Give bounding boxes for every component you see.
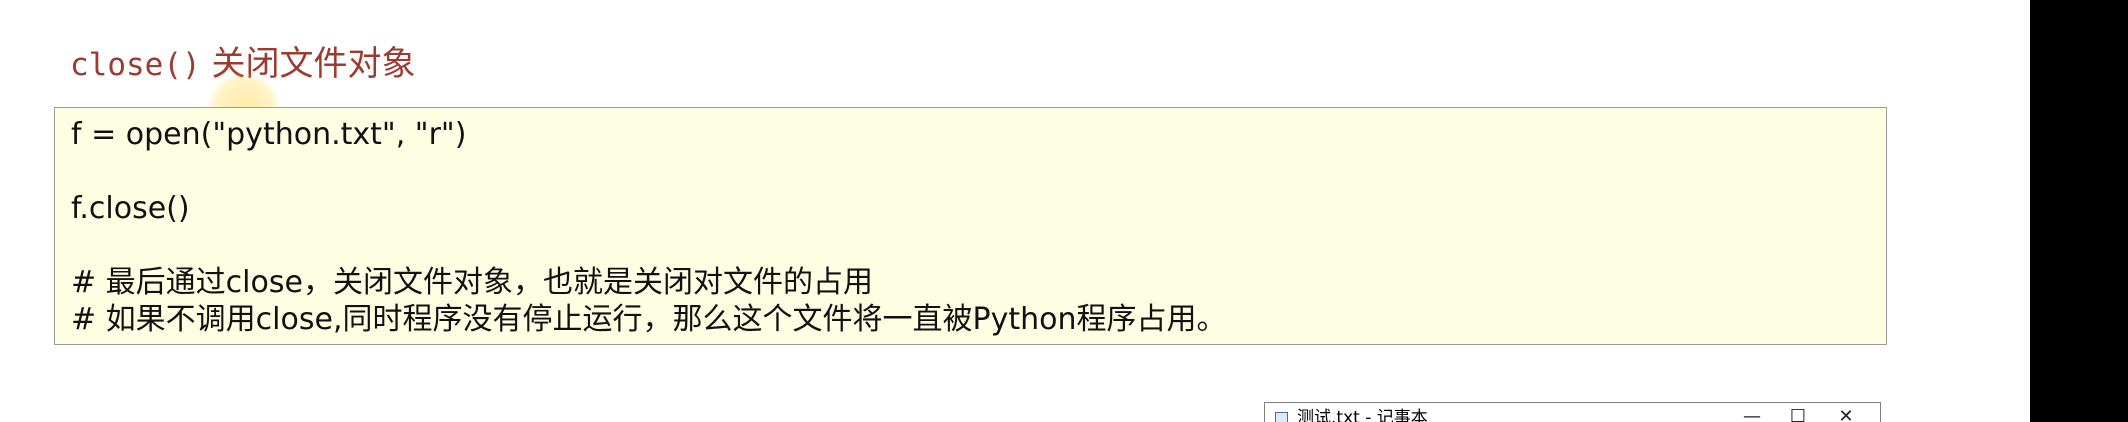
code-line: # 最后通过close，关闭文件对象，也就是关闭对文件的占用 <box>71 265 873 300</box>
notepad-window-title: 测试.txt - 记事本 <box>1297 408 1428 422</box>
maximize-button[interactable]: ☐ <box>1775 403 1821 422</box>
code-block: f = open("python.txt", "r") f.close() # … <box>54 107 1887 345</box>
document-page: close() 关闭文件对象 f = open("python.txt", "r… <box>0 0 2030 422</box>
code-line: f = open("python.txt", "r") <box>71 117 467 152</box>
notepad-icon <box>1275 412 1288 422</box>
minimize-button[interactable]: — <box>1729 403 1775 422</box>
notepad-window[interactable]: 测试.txt - 记事本 — ☐ ✕ <box>1264 402 1881 422</box>
heading-function-name: close() <box>70 47 201 83</box>
code-line: f.close() <box>71 191 190 226</box>
screen-edge-black-bar <box>2030 0 2128 422</box>
heading-description: 关闭文件对象 <box>211 44 416 84</box>
section-heading: close() 关闭文件对象 <box>70 38 415 90</box>
close-button[interactable]: ✕ <box>1823 403 1869 422</box>
code-line: # 如果不调用close,同时程序没有停止运行，那么这个文件将一直被Python… <box>71 302 1227 337</box>
